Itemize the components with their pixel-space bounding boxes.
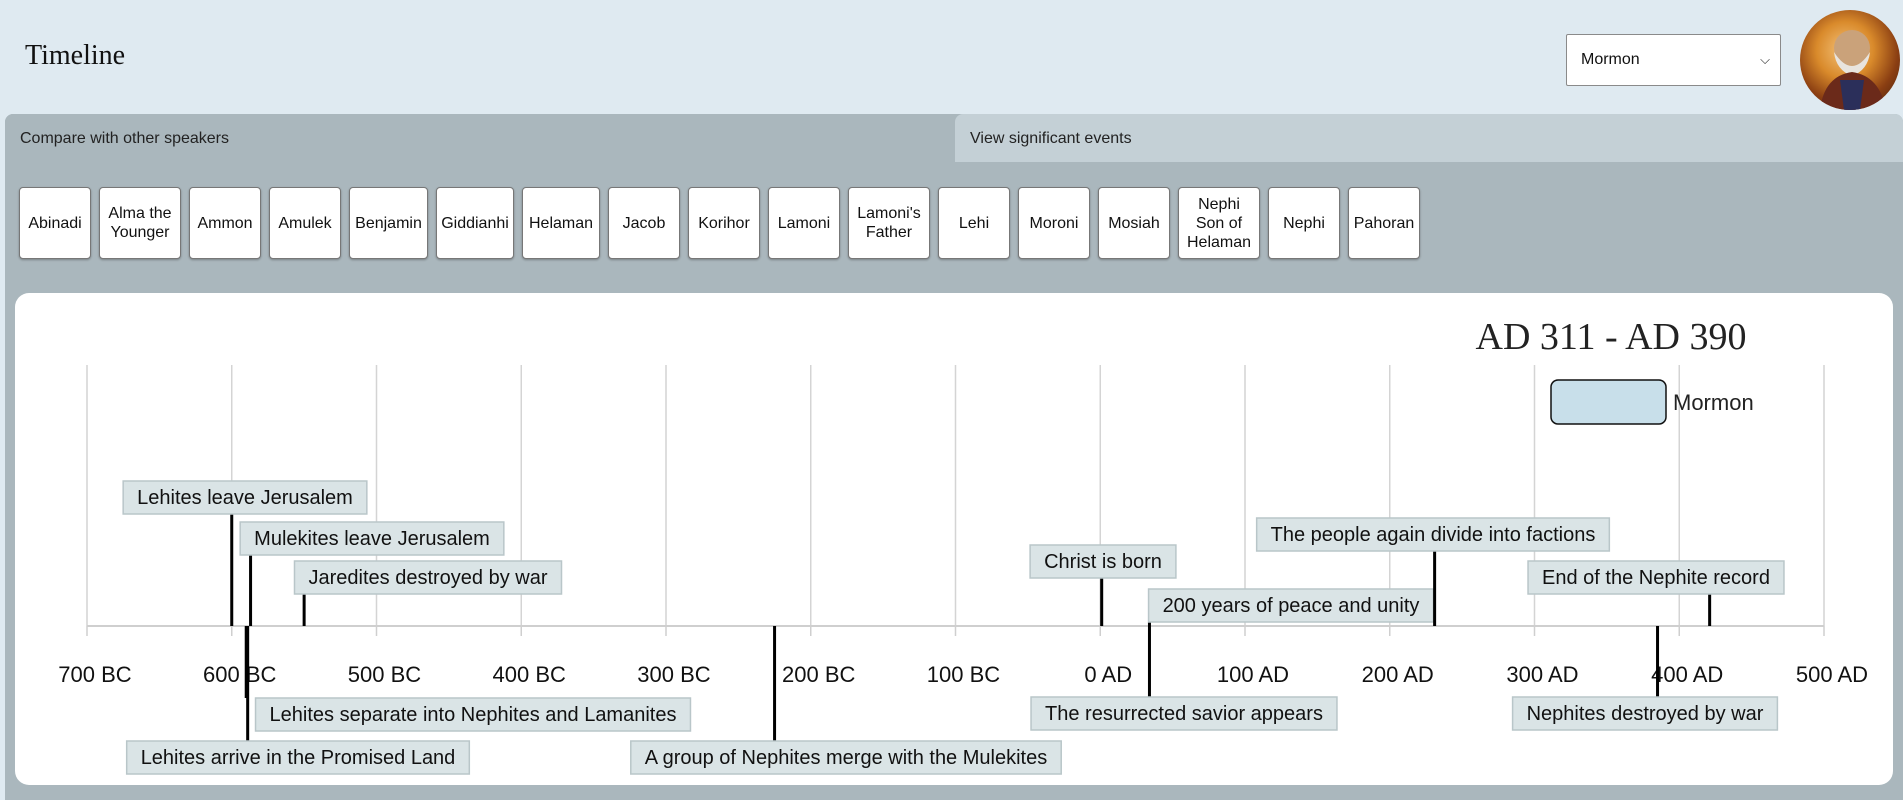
speaker-button-helaman[interactable]: Helaman <box>522 187 600 259</box>
speaker-button-ammon[interactable]: Ammon <box>189 187 261 259</box>
tick-label: 200 BC <box>782 662 855 687</box>
tab-significant-events[interactable]: View significant events <box>955 114 1903 162</box>
speaker-select-value: Mormon <box>1581 51 1640 68</box>
tick-label: 300 AD <box>1506 662 1578 687</box>
speaker-button-nephi[interactable]: Nephi <box>1268 187 1340 259</box>
legend-swatch <box>1550 379 1667 425</box>
event-label: End of the Nephite record <box>1542 567 1770 589</box>
event-label: The resurrected savior appears <box>1045 703 1323 725</box>
page-title: Timeline <box>25 40 126 71</box>
speaker-button-alma-the-younger[interactable]: Alma the Younger <box>99 187 181 259</box>
legend-label: Mormon <box>1673 390 1754 415</box>
tick-label: 200 AD <box>1362 662 1434 687</box>
event-label: Mulekites leave Jerusalem <box>254 528 490 550</box>
speaker-select[interactable]: Mormon ⌵ <box>1566 34 1781 86</box>
tick-label: 500 BC <box>348 662 421 687</box>
timeline-chart: AD 311 - AD 390 Mormon 700 BC 600 BC 500 B… <box>58 316 1868 775</box>
event-label: Nephites destroyed by war <box>1527 703 1764 725</box>
event-label: The people again divide into factions <box>1271 524 1596 546</box>
speaker-button-abinadi[interactable]: Abinadi <box>19 187 91 259</box>
avatar <box>1800 10 1900 110</box>
speaker-button-amulek[interactable]: Amulek <box>269 187 341 259</box>
tick-label: 700 BC <box>58 662 131 687</box>
event-label: Jaredites destroyed by war <box>308 567 547 589</box>
speaker-button-mosiah[interactable]: Mosiah <box>1098 187 1170 259</box>
speaker-button-giddianhi[interactable]: Giddianhi <box>436 187 514 259</box>
tick-label: 300 BC <box>637 662 710 687</box>
speaker-button-benjamin[interactable]: Benjamin <box>349 187 428 259</box>
event-label: Lehites separate into Nephites and Laman… <box>270 704 677 726</box>
range-label: AD 311 - AD 390 <box>1476 316 1747 358</box>
speaker-button-moroni[interactable]: Moroni <box>1018 187 1090 259</box>
tick-label: 500 AD <box>1796 662 1868 687</box>
timeline-card: AD 311 - AD 390 Mormon 700 BC 600 BC 500 B… <box>15 293 1893 785</box>
event-label: 200 years of peace and unity <box>1163 595 1420 617</box>
event-label: Christ is born <box>1044 551 1162 573</box>
tick-label: 0 AD <box>1084 662 1132 687</box>
tick-label: 400 AD <box>1651 662 1723 687</box>
tick-label: 600 BC <box>203 662 276 687</box>
speaker-button-korihor[interactable]: Korihor <box>688 187 760 259</box>
speaker-button-jacob[interactable]: Jacob <box>608 187 680 259</box>
event-label: A group of Nephites merge with the Mulek… <box>645 747 1047 769</box>
tick-label: 100 BC <box>927 662 1000 687</box>
speaker-button-lamoni[interactable]: Lamoni <box>768 187 840 259</box>
speaker-button-nephi-son-of-helaman[interactable]: Nephi Son of Helaman <box>1178 187 1260 259</box>
tab-compare-speakers[interactable]: Compare with other speakers <box>5 114 955 162</box>
tick-label: 100 AD <box>1217 662 1289 687</box>
speaker-button-list: Abinadi Alma the Younger Ammon Amulek Be… <box>19 187 1420 259</box>
speaker-button-lehi[interactable]: Lehi <box>938 187 1010 259</box>
speaker-button-lamonis-father[interactable]: Lamoni's Father <box>848 187 930 259</box>
speaker-button-pahoran[interactable]: Pahoran <box>1348 187 1420 259</box>
event-label: Lehites arrive in the Promised Land <box>141 747 456 769</box>
tick-label: 400 BC <box>493 662 566 687</box>
chevron-down-icon: ⌵ <box>1760 52 1770 67</box>
event-label: Lehites leave Jerusalem <box>137 487 353 509</box>
